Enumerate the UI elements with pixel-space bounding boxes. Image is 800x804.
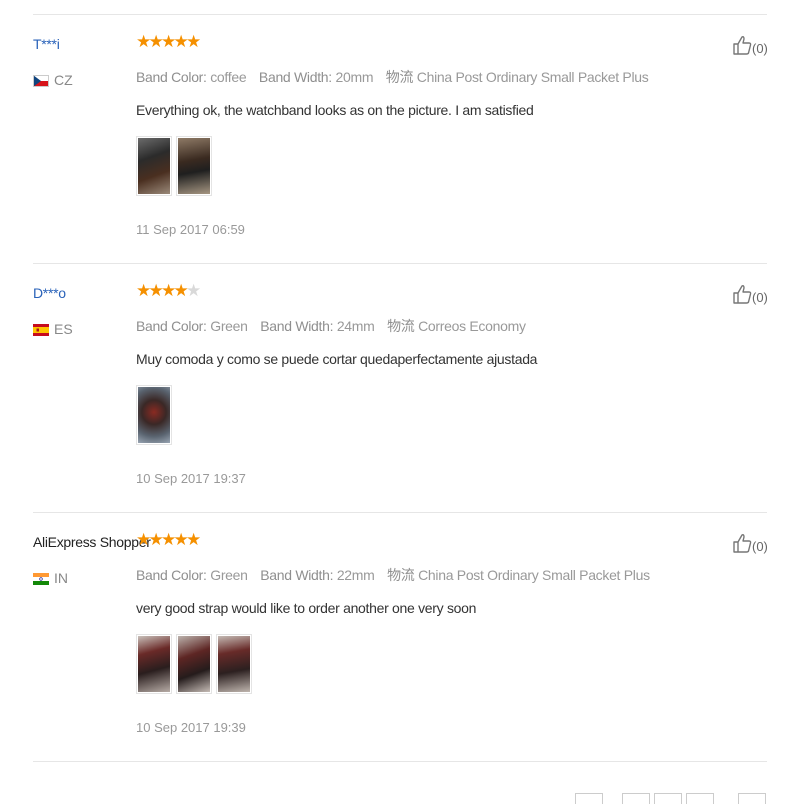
review-item: AliExpress Shopper IN ★ ★ ★ ★ ★ Band Color: … (0, 513, 800, 762)
divider (33, 761, 767, 762)
band-width-value: 24mm (336, 318, 375, 334)
review-item: D***o ES ★ ★ ★ ★ ★ Band Color: Green Band Wi… (0, 264, 800, 513)
reviewer-country: CZ (33, 72, 73, 88)
country-code: CZ (54, 72, 73, 88)
review-photo[interactable] (176, 634, 212, 694)
helpful-count: (0) (752, 41, 768, 56)
review-date: 10 Sep 2017 19:37 (136, 471, 246, 486)
band-color-value: Green (210, 567, 248, 583)
country-code: ES (54, 321, 73, 337)
review-photo[interactable] (176, 136, 212, 196)
star-icon: ★ (136, 32, 152, 51)
star-icon: ★ (173, 281, 189, 300)
thumbs-up-icon (733, 285, 752, 304)
band-width-value: 20mm (335, 69, 374, 85)
shipping-value: Correos Economy (418, 318, 526, 334)
rating-stars: ★ ★ ★ ★ ★ (136, 530, 202, 549)
star-icon: ★ (136, 281, 152, 300)
reviewer-country: IN (33, 570, 68, 586)
pagination-button[interactable] (686, 793, 714, 804)
reviewer-country: ES (33, 321, 73, 337)
review-text: Everything ok, the watchband looks as on… (136, 102, 534, 118)
band-color-value: Green (210, 318, 248, 334)
review-text: very good strap would like to order anot… (136, 600, 477, 616)
band-width-label: Band Width: (258, 69, 332, 85)
shipping-value: China Post Ordinary Small Packet Plus (416, 69, 649, 85)
helpful-button[interactable]: (0) (732, 283, 768, 305)
star-icon: ★ (148, 32, 164, 51)
band-color-label: Band Color: (136, 318, 207, 334)
review-photos (136, 634, 252, 694)
review-photo[interactable] (216, 634, 252, 694)
reviewer-name[interactable]: T***i (33, 36, 60, 52)
pagination-button[interactable] (654, 793, 682, 804)
pagination-button[interactable] (622, 793, 650, 804)
review-date: 11 Sep 2017 06:59 (136, 222, 245, 237)
review-photo[interactable] (136, 634, 172, 694)
review-photos (136, 136, 212, 196)
shipping-label: 物流 (385, 69, 414, 85)
star-icon: ★ (148, 281, 164, 300)
star-icon: ★ (161, 32, 177, 51)
star-icon: ★ (186, 530, 202, 549)
band-width-label: Band Width: (260, 567, 334, 583)
country-code: IN (54, 570, 68, 586)
review-list: T***i CZ ★ ★ ★ ★ ★ Band Color: coffee Band W… (0, 0, 800, 804)
star-icon: ★ (161, 281, 177, 300)
band-width-label: Band Width: (260, 318, 334, 334)
thumbs-up-icon (733, 36, 752, 55)
reviewer-name: AliExpress Shopper (33, 534, 151, 550)
star-icon: ★ (161, 530, 177, 549)
flag-es-icon (33, 323, 49, 336)
helpful-button[interactable]: (0) (732, 34, 768, 56)
pagination-button[interactable] (738, 793, 766, 804)
star-icon: ★ (186, 281, 202, 300)
band-color-label: Band Color: (136, 567, 207, 583)
star-icon: ★ (173, 530, 189, 549)
helpful-button[interactable]: (0) (732, 532, 768, 554)
star-icon: ★ (148, 530, 164, 549)
flag-in-icon (33, 572, 49, 585)
rating-stars: ★ ★ ★ ★ ★ (136, 281, 202, 300)
helpful-count: (0) (752, 290, 768, 305)
band-width-value: 22mm (336, 567, 375, 583)
star-icon: ★ (136, 530, 152, 549)
star-icon: ★ (173, 32, 189, 51)
review-attributes: Band Color: coffee Band Width: 20mm 物流 C… (136, 67, 657, 87)
helpful-count: (0) (752, 539, 768, 554)
review-text: Muy comoda y como se puede cortar quedap… (136, 351, 538, 367)
star-icon: ★ (186, 32, 202, 51)
band-color-value: coffee (210, 69, 247, 85)
shipping-value: China Post Ordinary Small Packet Plus (418, 567, 650, 583)
review-photo[interactable] (136, 385, 172, 445)
pagination-button[interactable] (575, 793, 603, 804)
review-attributes: Band Color: Green Band Width: 24mm 物流 Co… (136, 316, 535, 336)
thumbs-up-icon (733, 534, 752, 553)
shipping-label: 物流 (387, 318, 415, 334)
reviewer-name[interactable]: D***o (33, 285, 66, 301)
review-photos (136, 385, 172, 445)
shipping-label: 物流 (387, 567, 415, 583)
review-item: T***i CZ ★ ★ ★ ★ ★ Band Color: coffee Band W… (0, 15, 800, 264)
rating-stars: ★ ★ ★ ★ ★ (136, 32, 202, 51)
review-attributes: Band Color: Green Band Width: 22mm 物流 Ch… (136, 565, 659, 585)
band-color-label: Band Color: (136, 69, 207, 85)
review-photo[interactable] (136, 136, 172, 196)
flag-cz-icon (33, 74, 49, 87)
review-date: 10 Sep 2017 19:39 (136, 720, 246, 735)
